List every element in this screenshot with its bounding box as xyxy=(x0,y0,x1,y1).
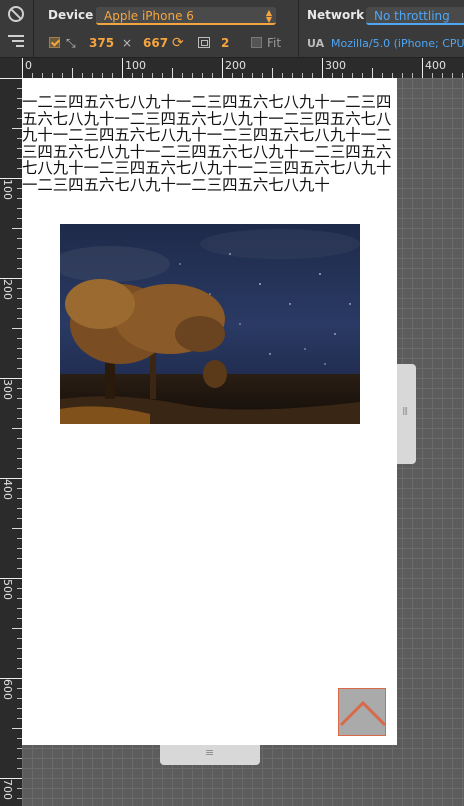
chevron-up-icon xyxy=(339,700,387,727)
resize-icon: ⤡ xyxy=(66,36,76,50)
vertical-ruler: 100 200 300 400 500 600 700 xyxy=(0,58,22,806)
height-field[interactable]: 667 xyxy=(143,36,168,50)
ruler-label: 500 xyxy=(1,579,14,600)
ruler-label: 300 xyxy=(1,379,14,400)
disable-emulation-icon[interactable] xyxy=(8,6,24,22)
throttle-select[interactable]: No throttling xyxy=(366,7,464,25)
fit-label: Fit xyxy=(267,36,282,50)
toolbar-divider xyxy=(33,0,34,58)
scroll-to-top-button[interactable] xyxy=(338,688,387,736)
ruler-label: 0 xyxy=(25,59,32,72)
resize-handle-bottom[interactable] xyxy=(160,745,260,765)
fit-checkbox[interactable] xyxy=(251,37,262,48)
ua-label: UA xyxy=(307,37,325,50)
device-pixel-ratio-icon xyxy=(198,37,210,48)
toolbar-divider xyxy=(298,0,299,58)
ruler-label: 300 xyxy=(325,59,346,72)
resize-handle-right[interactable] xyxy=(397,364,416,464)
emulated-viewport: 一二三四五六七八九十一二三四五六七八九十一二三四五六七八九十一二三四五六七八九十… xyxy=(22,78,397,745)
device-select[interactable]: Apple iPhone 6 ▲ ▼ xyxy=(96,7,276,25)
ruler-label: 100 xyxy=(125,59,146,72)
ruler-label: 100 xyxy=(1,179,14,200)
media-query-icon[interactable] xyxy=(8,34,24,48)
page-text: 一二三四五六七八九十一二三四五六七八九十一二三四五六七八九十一二三四五六七八九十… xyxy=(22,93,392,194)
ruler-label: 400 xyxy=(425,59,446,72)
ruler-label: 200 xyxy=(1,279,14,300)
width-field[interactable]: 375 xyxy=(89,36,114,50)
network-label: Network xyxy=(307,8,365,22)
ruler-label: 600 xyxy=(1,679,14,700)
ruler-corner xyxy=(0,58,22,78)
ruler-label: 700 xyxy=(1,779,14,800)
user-agent-field[interactable]: Mozilla/5.0 (iPhone; CPU iPhone OS xyxy=(331,37,464,50)
device-select-value: Apple iPhone 6 xyxy=(104,9,194,23)
dpr-field[interactable]: 2 xyxy=(221,36,229,50)
times-symbol: × xyxy=(122,36,133,50)
device-label: Device xyxy=(48,8,94,22)
emulate-resolution-checkbox[interactable] xyxy=(49,37,60,48)
ruler-label: 200 xyxy=(225,59,246,72)
devtools-toolbar: Device Apple iPhone 6 ▲ ▼ ⤡ 375 × 667 ⟳ 2… xyxy=(0,0,464,58)
night-sky-photo xyxy=(60,224,360,424)
swap-dimensions-icon[interactable]: ⟳ xyxy=(172,35,184,51)
photo-graphic xyxy=(60,224,360,424)
select-arrows-icon: ▲ ▼ xyxy=(265,8,272,24)
ruler-label: 400 xyxy=(1,479,14,500)
horizontal-ruler: 0 100 200 300 400 xyxy=(22,58,464,78)
